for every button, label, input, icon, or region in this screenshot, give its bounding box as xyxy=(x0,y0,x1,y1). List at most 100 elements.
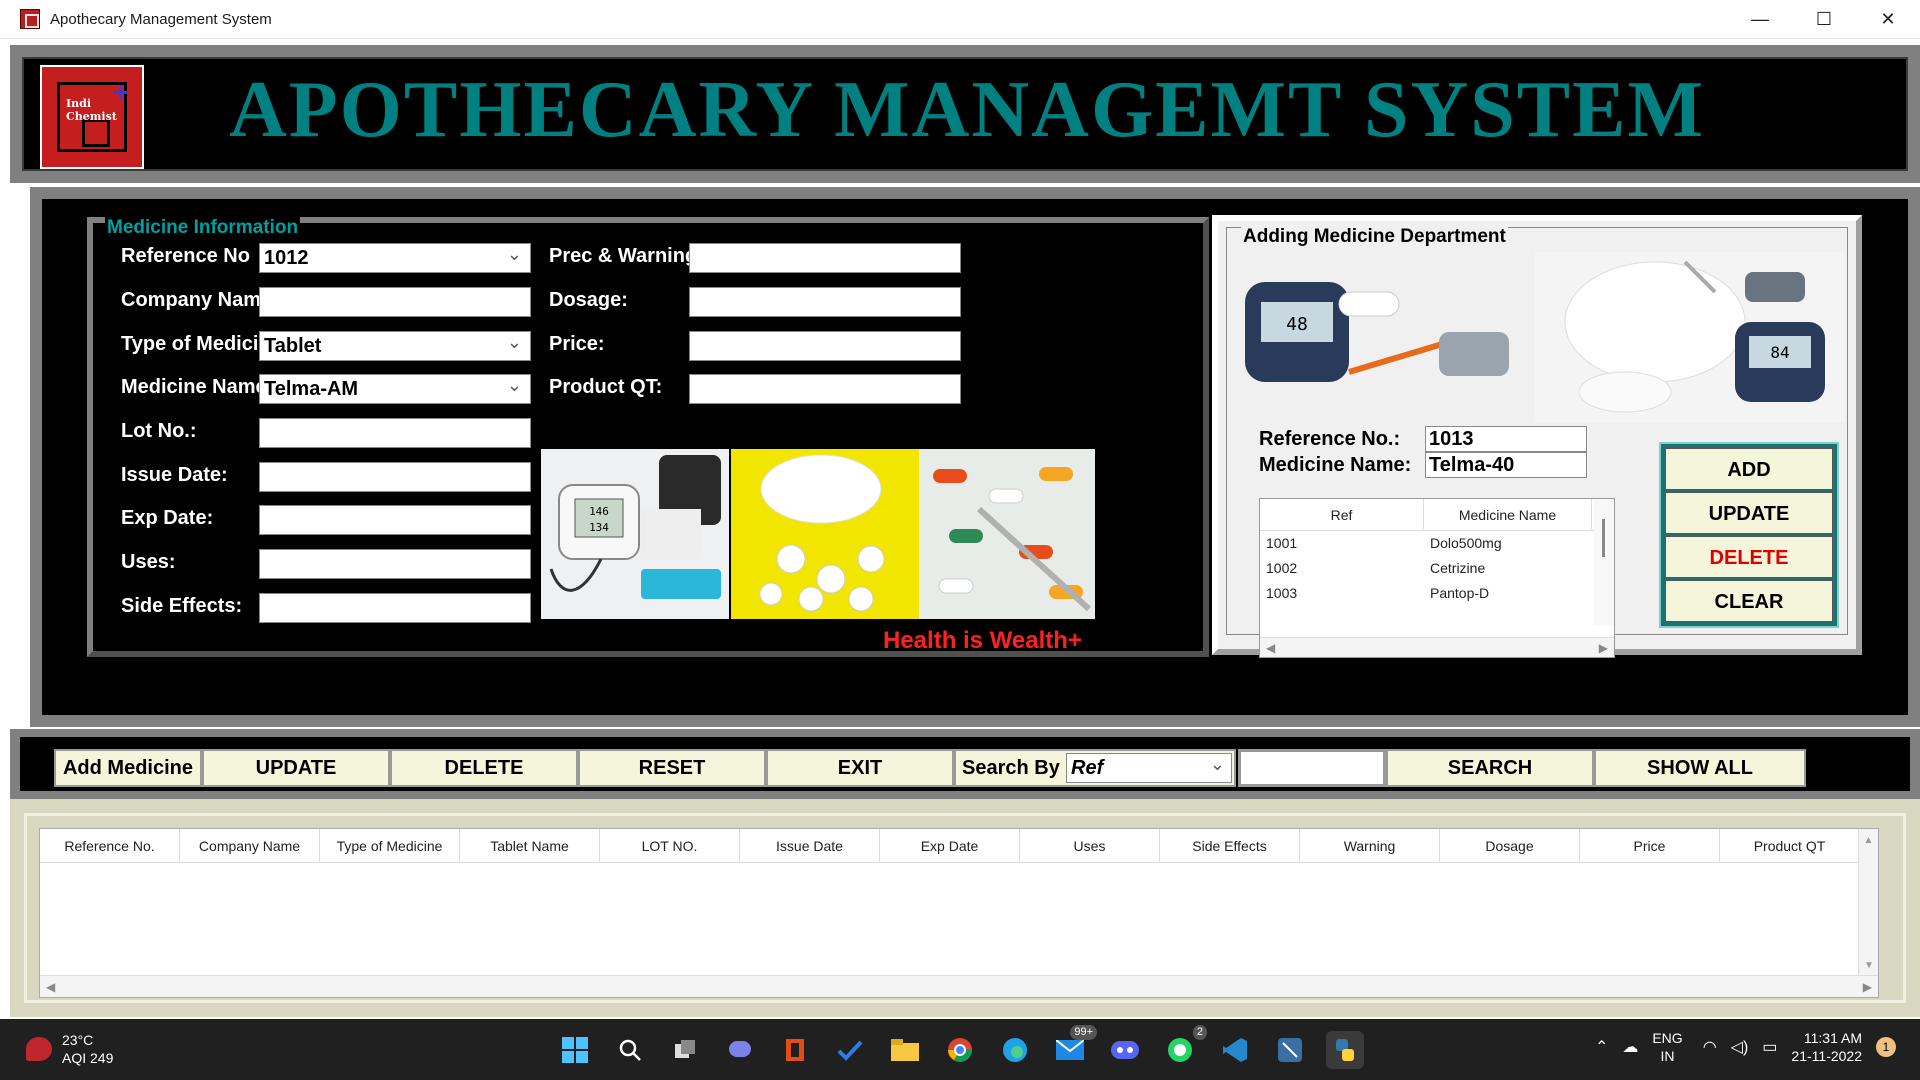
search-by-combo[interactable]: Ref xyxy=(1066,750,1232,783)
pills-bottle-image xyxy=(731,449,919,619)
scroll-right-icon[interactable]: ▶ xyxy=(1599,638,1608,658)
task-view-icon[interactable] xyxy=(666,1031,704,1069)
battery-icon[interactable]: ▭ xyxy=(1762,1037,1777,1057)
type-of-medicine-column-header[interactable]: Type of Medicine xyxy=(320,829,460,863)
dept-clear-button[interactable]: CLEAR xyxy=(1665,580,1833,622)
show-all-button[interactable]: SHOW ALL xyxy=(1594,749,1806,787)
warning-column-header[interactable]: Warning xyxy=(1300,829,1440,863)
chemist-logo: Indi Chemist + xyxy=(40,65,144,169)
reference-no-combo[interactable]: 1012 xyxy=(259,240,531,273)
add-medicine-button[interactable]: Add Medicine xyxy=(54,749,202,787)
medicine-name-combo[interactable]: Telma-AM xyxy=(259,371,531,404)
scroll-up-icon[interactable]: ▲ xyxy=(1859,835,1878,846)
taskbar-apps: 99+ 2 xyxy=(556,1025,1381,1069)
scroll-left-icon[interactable]: ◀ xyxy=(46,976,55,998)
uses-column-header[interactable]: Uses xyxy=(1020,829,1160,863)
dept-reference-input[interactable]: 1013 xyxy=(1425,426,1587,452)
prec-warning-label: Prec & Warning xyxy=(549,245,698,267)
issue-date-input[interactable] xyxy=(259,462,531,492)
medical-cross-icon: + xyxy=(112,77,128,107)
chrome-icon[interactable] xyxy=(941,1031,979,1069)
type-of-medicine-combo[interactable]: Tablet xyxy=(259,328,531,361)
exp-date-column-header[interactable]: Exp Date xyxy=(880,829,1020,863)
price-column-header[interactable]: Price xyxy=(1580,829,1720,863)
search-button[interactable]: SEARCH xyxy=(1386,749,1594,787)
taskbar: 23°C AQI 249 99+ 2 ⌃ ☁ ENG IN ◠ ◁) ▭ 11:… xyxy=(0,1019,1920,1080)
search-input[interactable] xyxy=(1238,749,1386,787)
update-button[interactable]: UPDATE xyxy=(202,749,390,787)
dept-medicine-name-input[interactable]: Telma-40 xyxy=(1425,452,1587,478)
dept-add-button[interactable]: ADD xyxy=(1665,448,1833,490)
data-table-vertical-scrollbar[interactable]: ▲ ▼ xyxy=(1858,829,1878,977)
scroll-down-icon[interactable]: ▼ xyxy=(1864,960,1874,971)
office-icon[interactable] xyxy=(776,1031,814,1069)
prec-warning-input[interactable] xyxy=(689,243,961,273)
todo-icon[interactable] xyxy=(831,1031,869,1069)
chevron-up-icon[interactable]: ⌃ xyxy=(1595,1037,1608,1057)
uses-input[interactable] xyxy=(259,549,531,579)
mail-icon[interactable]: 99+ xyxy=(1051,1025,1097,1069)
exp-date-label: Exp Date: xyxy=(121,507,214,529)
vscode-icon[interactable] xyxy=(1216,1031,1254,1069)
scroll-left-icon[interactable]: ◀ xyxy=(1266,638,1275,658)
search-icon[interactable] xyxy=(611,1031,649,1069)
dept-update-button[interactable]: UPDATE xyxy=(1665,492,1833,534)
onedrive-icon[interactable]: ☁ xyxy=(1622,1037,1638,1057)
capsules-thermometer-image xyxy=(919,449,1095,619)
scroll-right-icon[interactable]: ▶ xyxy=(1863,976,1872,998)
side-effects-input[interactable] xyxy=(259,593,531,623)
side-effects-column-header[interactable]: Side Effects xyxy=(1160,829,1300,863)
product-qt-column-header[interactable]: Product QT xyxy=(1720,829,1860,863)
lot-no-input[interactable] xyxy=(259,418,531,448)
medicine-name-column-header[interactable]: Medicine Name xyxy=(1424,499,1592,530)
dosage-column-header[interactable]: Dosage xyxy=(1440,829,1580,863)
table-row[interactable]: 1003 Pantop-D xyxy=(1260,581,1614,606)
clock[interactable]: 11:31 AM 21-11-2022 xyxy=(1791,1029,1862,1065)
medicine-ref-vertical-scrollbar[interactable] xyxy=(1594,499,1614,625)
issue-date-label: Issue Date: xyxy=(121,464,228,486)
company-name-input[interactable] xyxy=(259,287,531,317)
whatsapp-icon[interactable]: 2 xyxy=(1161,1025,1207,1069)
discord-icon[interactable] xyxy=(1106,1031,1144,1069)
exit-button[interactable]: EXIT xyxy=(766,749,954,787)
language-indicator[interactable]: ENG IN xyxy=(1652,1029,1682,1065)
delete-button[interactable]: DELETE xyxy=(390,749,578,787)
ref-column-header[interactable]: Ref xyxy=(1260,499,1424,530)
product-qt-input[interactable] xyxy=(689,374,961,404)
volume-icon[interactable]: ◁) xyxy=(1731,1037,1749,1057)
notification-badge[interactable]: 1 xyxy=(1876,1037,1896,1057)
teams-chat-icon[interactable] xyxy=(721,1031,759,1069)
minimize-button[interactable]: — xyxy=(1728,0,1792,39)
python-icon[interactable] xyxy=(1326,1031,1364,1069)
price-input[interactable] xyxy=(689,331,961,361)
maximize-button[interactable]: ☐ xyxy=(1792,0,1856,39)
type-of-medicine-label: Type of Medicine xyxy=(121,333,282,355)
exp-date-input[interactable] xyxy=(259,505,531,535)
button-bar: Add Medicine UPDATE DELETE RESET EXIT Se… xyxy=(20,737,1910,791)
close-button[interactable]: ✕ xyxy=(1856,0,1920,39)
edge-icon[interactable] xyxy=(996,1031,1034,1069)
medicine-ref-horizontal-scrollbar[interactable]: ◀ ▶ xyxy=(1260,637,1614,657)
dept-delete-button[interactable]: DELETE xyxy=(1665,536,1833,578)
reset-button[interactable]: RESET xyxy=(578,749,766,787)
table-row[interactable]: 1001 Dolo500mg xyxy=(1260,531,1614,556)
wifi-icon[interactable]: ◠ xyxy=(1703,1037,1717,1057)
window-title: Apothecary Management System xyxy=(50,10,272,28)
bp-reading-bottom: 134 xyxy=(589,521,609,534)
weather-widget[interactable]: 23°C AQI 249 xyxy=(26,1031,113,1067)
glucose-meter-image: 48 xyxy=(1229,252,1533,422)
table-row[interactable]: 1002 Cetrizine xyxy=(1260,556,1614,581)
file-explorer-icon[interactable] xyxy=(886,1031,924,1069)
lot-no-column-header[interactable]: LOT NO. xyxy=(600,829,740,863)
company-name-column-header[interactable]: Company Name xyxy=(180,829,320,863)
windows-start-icon[interactable] xyxy=(556,1031,594,1069)
issue-date-column-header[interactable]: Issue Date xyxy=(740,829,880,863)
medicine-name-cell: Cetrizine xyxy=(1430,560,1486,576)
tablet-name-column-header[interactable]: Tablet Name xyxy=(460,829,600,863)
data-table-horizontal-scrollbar[interactable]: ◀ ▶ xyxy=(40,975,1878,997)
reference-no-column-header[interactable]: Reference No. xyxy=(40,829,180,863)
glucose-reading-2: 84 xyxy=(1770,343,1789,362)
snipping-tool-icon[interactable] xyxy=(1271,1031,1309,1069)
weather-text: 23°C AQI 249 xyxy=(62,1031,113,1067)
dosage-input[interactable] xyxy=(689,287,961,317)
